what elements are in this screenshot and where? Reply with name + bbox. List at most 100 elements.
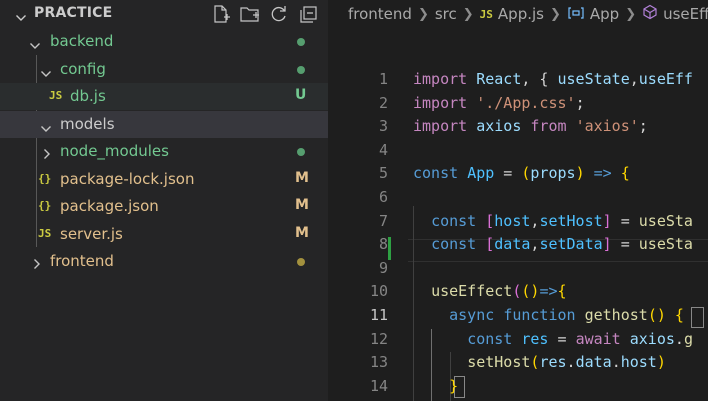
line-number: 5 [378, 164, 388, 183]
code-token: useEffect [431, 282, 513, 301]
code-line[interactable]: 6 [328, 186, 708, 209]
line-number: 4 [378, 140, 388, 159]
breadcrumb: frontend ❯ src ❯ JS App.js ❯ App ❯ useEffe [348, 4, 708, 26]
code-line[interactable]: 3 import axios from 'axios'; [328, 115, 708, 138]
line-number: 3 [378, 117, 388, 136]
breadcrumb-item[interactable]: App [590, 5, 619, 23]
code-token: setHost [539, 211, 603, 230]
code-token: , { [521, 70, 558, 88]
code-token: function [503, 306, 585, 324]
explorer-title: PRACTICE [34, 5, 113, 21]
code-line[interactable]: 8 const [data,setData] = useSta [328, 233, 708, 256]
line-number: 1 [378, 70, 388, 88]
code-editor[interactable]: frontend ❯ src ❯ JS App.js ❯ App ❯ useEffe 1 impor… [328, 0, 708, 401]
code-line[interactable]: 9 [328, 257, 708, 280]
chevron-down-icon[interactable] [29, 37, 41, 55]
line-number: 11 [369, 306, 388, 324]
code-line[interactable]: 14 } [328, 375, 708, 398]
tree-item-label: package.json [60, 197, 159, 215]
code-text: const res = await axios.g [413, 328, 693, 351]
code-text: import React, { useState,useEff [413, 68, 693, 91]
code-token: ] [602, 235, 612, 254]
code-text: setHost(res.data.host) [413, 351, 666, 374]
code-token: res [539, 353, 567, 372]
collapse-all-icon[interactable] [298, 3, 320, 25]
code-token: host [620, 353, 657, 372]
code-line[interactable]: 11 async function gethost() { [328, 304, 708, 327]
code-token: async [449, 306, 504, 324]
code-line[interactable]: 5 const App = (props) => { [328, 162, 708, 185]
line-number: 7 [378, 211, 388, 230]
git-status-badge: U [295, 87, 307, 103]
code-line[interactable]: 1 import React, { useState,useEff [328, 68, 708, 91]
javascript-file-icon: JS [49, 89, 63, 102]
tree-item-label: frontend [50, 252, 114, 270]
code-line[interactable]: 2 import './App.css'; [328, 92, 708, 115]
code-token: [ [485, 211, 495, 230]
git-status-dot [297, 38, 305, 46]
chevron-right-icon[interactable] [32, 256, 42, 274]
code-line[interactable]: 7 const [host,setHost] = useSta [328, 210, 708, 233]
chevron-right-icon: ❯ [549, 6, 561, 22]
tree-item-server-js[interactable]: JS server.js M [0, 221, 328, 248]
explorer-sidebar: PRACTICE backend config JS db.js U model… [0, 0, 328, 401]
code-token: = [548, 329, 576, 348]
line-number: 6 [378, 188, 388, 206]
code-token: import [413, 70, 477, 88]
code-token: res [521, 329, 549, 348]
code-token: import [413, 117, 477, 136]
code-token: const [413, 164, 468, 183]
tree-item-frontend[interactable]: frontend [0, 248, 328, 275]
code-line[interactable]: 12 const res = await axios.g [328, 328, 708, 351]
explorer-header[interactable]: PRACTICE [0, 0, 328, 27]
tree-item-label: backend [50, 32, 114, 50]
tree-item-db-js[interactable]: JS db.js U [0, 83, 328, 110]
tree-item-label: config [60, 60, 106, 78]
tree-item-node-modules[interactable]: node_modules [0, 138, 328, 165]
tree-item-models[interactable]: models [0, 111, 328, 138]
chevron-down-icon[interactable] [40, 65, 52, 83]
chevron-down-icon[interactable] [15, 8, 27, 27]
code-token: , [629, 70, 639, 88]
line-number: 10 [369, 282, 388, 301]
git-status-dot [297, 66, 305, 74]
code-token: = [611, 235, 639, 254]
chevron-right-icon: ❯ [417, 6, 429, 22]
tree-item-package-json[interactable]: {} package.json M [0, 193, 328, 220]
code-text: import axios from 'axios'; [413, 115, 648, 138]
json-file-icon: {} [38, 199, 52, 212]
code-token: ] [602, 211, 612, 230]
line-number: 12 [369, 329, 388, 348]
new-folder-icon[interactable] [239, 3, 261, 25]
breadcrumb-item[interactable]: App.js [498, 5, 544, 23]
code-token: gethost [584, 306, 648, 324]
tree-item-label: server.js [60, 225, 123, 243]
breadcrumb-item[interactable]: src [435, 5, 457, 23]
line-number: 8 [378, 235, 388, 254]
code-token: useState [557, 70, 630, 88]
code-token: useEff [638, 70, 693, 88]
breadcrumb-item[interactable]: useEffe [663, 5, 708, 23]
chevron-down-icon[interactable] [40, 120, 52, 138]
new-file-icon[interactable] [210, 3, 232, 25]
chevron-right-icon[interactable] [42, 146, 52, 164]
refresh-icon[interactable] [268, 3, 290, 25]
tree-item-label: models [60, 115, 115, 133]
code-line[interactable]: 4 [328, 139, 708, 162]
tree-item-package-lock-json[interactable]: {} package-lock.json M [0, 166, 328, 193]
code-line[interactable]: 10 useEffect(()=>{ [328, 280, 708, 303]
code-token: => [593, 164, 612, 183]
git-status-dot [297, 258, 305, 266]
tree-item-config[interactable]: config [0, 56, 328, 83]
code-token: . [674, 329, 684, 348]
breadcrumb-item[interactable]: frontend [348, 5, 412, 23]
code-token: useSta [638, 235, 693, 254]
code-line[interactable]: 13 setHost(res.data.host) [328, 351, 708, 374]
code-token: { [674, 306, 684, 324]
code-token: => [539, 282, 558, 301]
code-token: const [467, 329, 522, 348]
code-token: g [683, 329, 693, 348]
tree-item-backend[interactable]: backend [0, 28, 328, 55]
code-token: () [647, 306, 666, 324]
